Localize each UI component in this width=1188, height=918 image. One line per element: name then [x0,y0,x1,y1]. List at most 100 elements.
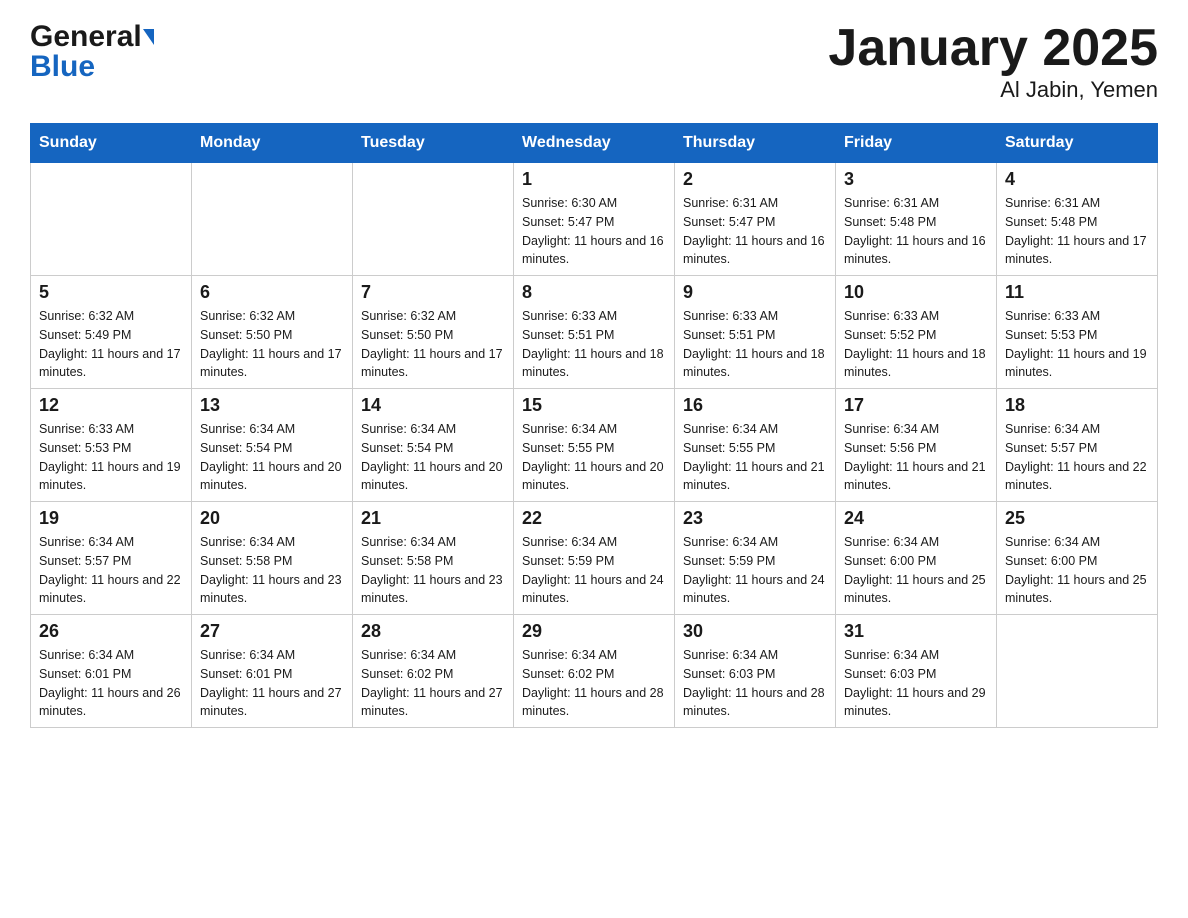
day-number: 20 [200,508,344,529]
table-row: 28 Sunrise: 6:34 AM Sunset: 6:02 PM Dayli… [353,615,514,728]
day-info: Sunrise: 6:34 AM Sunset: 6:01 PM Dayligh… [39,646,183,721]
day-info: Sunrise: 6:34 AM Sunset: 5:59 PM Dayligh… [522,533,666,608]
logo: General Blue [30,20,154,84]
table-row [997,615,1158,728]
table-row: 12 Sunrise: 6:33 AM Sunset: 5:53 PM Dayli… [31,389,192,502]
day-number: 30 [683,621,827,642]
table-row [192,163,353,276]
day-info: Sunrise: 6:34 AM Sunset: 5:55 PM Dayligh… [683,420,827,495]
table-row: 27 Sunrise: 6:34 AM Sunset: 6:01 PM Dayli… [192,615,353,728]
day-info: Sunrise: 6:34 AM Sunset: 6:02 PM Dayligh… [522,646,666,721]
day-info: Sunrise: 6:34 AM Sunset: 6:03 PM Dayligh… [683,646,827,721]
table-row: 13 Sunrise: 6:34 AM Sunset: 5:54 PM Dayli… [192,389,353,502]
day-number: 18 [1005,395,1149,416]
table-row: 24 Sunrise: 6:34 AM Sunset: 6:00 PM Dayli… [836,502,997,615]
logo-general-text: General [30,20,142,54]
table-row: 26 Sunrise: 6:34 AM Sunset: 6:01 PM Dayli… [31,615,192,728]
day-info: Sunrise: 6:33 AM Sunset: 5:53 PM Dayligh… [39,420,183,495]
day-number: 28 [361,621,505,642]
col-wednesday: Wednesday [514,124,675,163]
table-row: 10 Sunrise: 6:33 AM Sunset: 5:52 PM Dayli… [836,276,997,389]
day-info: Sunrise: 6:34 AM Sunset: 5:54 PM Dayligh… [361,420,505,495]
day-number: 3 [844,169,988,190]
col-monday: Monday [192,124,353,163]
day-number: 6 [200,282,344,303]
day-info: Sunrise: 6:32 AM Sunset: 5:50 PM Dayligh… [361,307,505,382]
day-number: 19 [39,508,183,529]
table-row: 1 Sunrise: 6:30 AM Sunset: 5:47 PM Daylig… [514,163,675,276]
table-row: 15Sunrise: 6:34 AM Sunset: 5:55 PM Dayli… [514,389,675,502]
table-row: 2Sunrise: 6:31 AM Sunset: 5:47 PM Daylig… [675,163,836,276]
day-number: 26 [39,621,183,642]
day-number: 1 [522,169,666,190]
table-row: 5Sunrise: 6:32 AM Sunset: 5:49 PM Daylig… [31,276,192,389]
table-row: 22Sunrise: 6:34 AM Sunset: 5:59 PM Dayli… [514,502,675,615]
page-header: General Blue January 2025 Al Jabin, Yeme… [30,20,1158,103]
table-row: 18 Sunrise: 6:34 AM Sunset: 5:57 PM Dayli… [997,389,1158,502]
day-info: Sunrise: 6:34 AM Sunset: 5:57 PM Dayligh… [39,533,183,608]
day-info: Sunrise: 6:34 AM Sunset: 6:02 PM Dayligh… [361,646,505,721]
calendar-week-row: 12 Sunrise: 6:33 AM Sunset: 5:53 PM Dayli… [31,389,1158,502]
day-info: Sunrise: 6:31 AM Sunset: 5:48 PM Dayligh… [844,194,988,269]
day-info: Sunrise: 6:33 AM Sunset: 5:53 PM Dayligh… [1005,307,1149,382]
day-number: 10 [844,282,988,303]
calendar-table: Sunday Monday Tuesday Wednesday Thursday… [30,123,1158,728]
day-info: Sunrise: 6:34 AM Sunset: 6:00 PM Dayligh… [1005,533,1149,608]
day-info: Sunrise: 6:33 AM Sunset: 5:51 PM Dayligh… [522,307,666,382]
day-number: 29 [522,621,666,642]
day-number: 27 [200,621,344,642]
table-row: 19 Sunrise: 6:34 AM Sunset: 5:57 PM Dayli… [31,502,192,615]
day-info: Sunrise: 6:30 AM Sunset: 5:47 PM Dayligh… [522,194,666,269]
day-number: 7 [361,282,505,303]
day-number: 17 [844,395,988,416]
table-row: 29 Sunrise: 6:34 AM Sunset: 6:02 PM Dayli… [514,615,675,728]
day-number: 23 [683,508,827,529]
day-info: Sunrise: 6:34 AM Sunset: 5:57 PM Dayligh… [1005,420,1149,495]
day-info: Sunrise: 6:33 AM Sunset: 5:51 PM Dayligh… [683,307,827,382]
col-friday: Friday [836,124,997,163]
col-thursday: Thursday [675,124,836,163]
col-tuesday: Tuesday [353,124,514,163]
day-info: Sunrise: 6:31 AM Sunset: 5:48 PM Dayligh… [1005,194,1149,269]
day-info: Sunrise: 6:32 AM Sunset: 5:50 PM Dayligh… [200,307,344,382]
day-info: Sunrise: 6:34 AM Sunset: 5:58 PM Dayligh… [361,533,505,608]
logo-triangle-icon [143,29,154,45]
table-row: 11 Sunrise: 6:33 AM Sunset: 5:53 PM Dayli… [997,276,1158,389]
day-info: Sunrise: 6:34 AM Sunset: 5:54 PM Dayligh… [200,420,344,495]
table-row [31,163,192,276]
calendar-subtitle: Al Jabin, Yemen [828,77,1158,103]
calendar-header-row: Sunday Monday Tuesday Wednesday Thursday… [31,124,1158,163]
table-row: 31Sunrise: 6:34 AM Sunset: 6:03 PM Dayli… [836,615,997,728]
day-info: Sunrise: 6:33 AM Sunset: 5:52 PM Dayligh… [844,307,988,382]
table-row: 20Sunrise: 6:34 AM Sunset: 5:58 PM Dayli… [192,502,353,615]
day-number: 16 [683,395,827,416]
calendar-title: January 2025 [828,20,1158,77]
table-row: 4 Sunrise: 6:31 AM Sunset: 5:48 PM Daylig… [997,163,1158,276]
day-number: 25 [1005,508,1149,529]
table-row: 14 Sunrise: 6:34 AM Sunset: 5:54 PM Dayli… [353,389,514,502]
day-number: 11 [1005,282,1149,303]
table-row: 7 Sunrise: 6:32 AM Sunset: 5:50 PM Daylig… [353,276,514,389]
table-row: 17Sunrise: 6:34 AM Sunset: 5:56 PM Dayli… [836,389,997,502]
table-row: 8 Sunrise: 6:33 AM Sunset: 5:51 PM Daylig… [514,276,675,389]
col-saturday: Saturday [997,124,1158,163]
table-row: 25 Sunrise: 6:34 AM Sunset: 6:00 PM Dayli… [997,502,1158,615]
day-info: Sunrise: 6:34 AM Sunset: 6:01 PM Dayligh… [200,646,344,721]
col-sunday: Sunday [31,124,192,163]
table-row: 21Sunrise: 6:34 AM Sunset: 5:58 PM Dayli… [353,502,514,615]
day-number: 8 [522,282,666,303]
day-number: 4 [1005,169,1149,190]
day-info: Sunrise: 6:34 AM Sunset: 6:03 PM Dayligh… [844,646,988,721]
logo-blue-text: Blue [30,50,154,84]
day-number: 24 [844,508,988,529]
title-block: January 2025 Al Jabin, Yemen [828,20,1158,103]
day-number: 14 [361,395,505,416]
day-number: 12 [39,395,183,416]
table-row: 23Sunrise: 6:34 AM Sunset: 5:59 PM Dayli… [675,502,836,615]
day-info: Sunrise: 6:34 AM Sunset: 6:00 PM Dayligh… [844,533,988,608]
day-info: Sunrise: 6:32 AM Sunset: 5:49 PM Dayligh… [39,307,183,382]
day-number: 13 [200,395,344,416]
calendar-week-row: 26 Sunrise: 6:34 AM Sunset: 6:01 PM Dayli… [31,615,1158,728]
day-info: Sunrise: 6:31 AM Sunset: 5:47 PM Dayligh… [683,194,827,269]
day-info: Sunrise: 6:34 AM Sunset: 5:55 PM Dayligh… [522,420,666,495]
